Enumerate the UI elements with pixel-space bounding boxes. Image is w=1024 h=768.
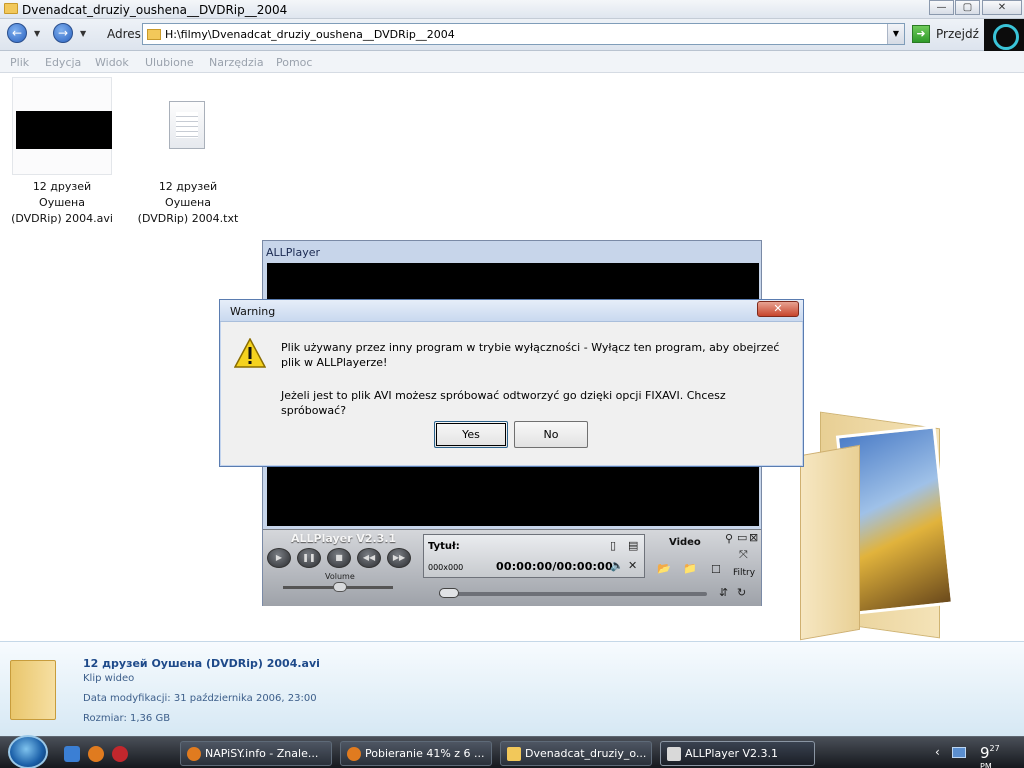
start-button[interactable]: [8, 735, 48, 768]
volume-label: Volume: [325, 572, 355, 581]
details-pane: 12 друзей Оушена (DVDRip) 2004.avi Klip …: [0, 641, 1024, 736]
menu-plik[interactable]: Plik: [10, 56, 29, 69]
text-document-icon: [169, 101, 205, 149]
folder-icon: [4, 3, 18, 14]
firefox-icon[interactable]: [88, 746, 104, 762]
address-label: Adres: [107, 27, 141, 41]
menu-edycja[interactable]: Edycja: [45, 56, 81, 69]
menu-bar: Plik Edycja Widok Ulubione Narzędzia Pom…: [0, 51, 1024, 73]
window-title: Dvenadcat_druziy_oushena__DVDRip__2004: [22, 3, 288, 17]
task-napisy[interactable]: NAPiSY.info - Znale...: [180, 741, 332, 766]
open-folder-icon[interactable]: 📁: [683, 562, 697, 575]
player-controls: ALLPlayer V2.3.1 ▶ ❚❚ ■ ◀◀ ▶▶ Volume Tyt…: [263, 529, 761, 606]
details-file-size: Rozmiar: 1,36 GB: [83, 713, 171, 724]
shuffle-icon[interactable]: ⇵: [719, 586, 728, 599]
forward-dropdown-icon[interactable]: ▼: [80, 29, 86, 38]
details-file-name: 12 друзей Оушена (DVDRip) 2004.avi: [83, 657, 320, 670]
dialog-title-bar: Warning ✕: [220, 300, 803, 322]
pin-icon[interactable]: ⚲: [725, 532, 733, 545]
go-button[interactable]: Przejdź: [936, 27, 979, 41]
warning-icon: [234, 338, 266, 368]
firefox-icon: [187, 747, 201, 761]
windows-logo-icon: [984, 19, 1024, 51]
pause-button[interactable]: ❚❚: [297, 548, 321, 568]
forward-button[interactable]: →: [53, 23, 73, 43]
show-desktop-icon[interactable]: [64, 746, 80, 762]
menu-narzedzia[interactable]: Narzędzia: [209, 56, 264, 69]
address-input[interactable]: H:\filmy\Dvenadcat_druziy_oushena__DVDRi…: [142, 23, 905, 45]
dialog-message: Plik używany przez inny program w trybie…: [281, 341, 780, 369]
warning-dialog: Warning ✕ Plik używany przez inny progra…: [219, 299, 804, 467]
minimize-button[interactable]: —: [929, 0, 954, 15]
settings-tools-icon[interactable]: ✕: [628, 559, 637, 572]
playlist-icon[interactable]: ▤: [628, 539, 638, 552]
dialog-title: Warning: [230, 305, 276, 318]
file-item-txt[interactable]: 12 друзей Оушена (DVDRip) 2004.txt: [136, 77, 240, 227]
folder-icon: [147, 29, 161, 40]
folder-watermark-icon: [800, 410, 955, 641]
file-item-avi[interactable]: 12 друзей Оушена (DVDRip) 2004.avi: [10, 77, 114, 227]
allplayer-icon: [667, 747, 681, 761]
text-file-thumbnail[interactable]: [138, 77, 238, 175]
info-panel: Tytuł: 000x000 00:00:00/00:00:00 ▯ ▤ 🔈 ✕: [423, 534, 645, 578]
maximize-button[interactable]: ▢: [955, 0, 980, 15]
forward-button[interactable]: ▶▶: [387, 548, 411, 568]
file-label: 12 друзей Оушена (DVDRip) 2004.txt: [137, 180, 239, 225]
title-label: Tytuł:: [428, 541, 460, 552]
task-explorer-folder[interactable]: Dvenadcat_druziy_o...: [500, 741, 652, 766]
no-button[interactable]: No: [514, 421, 588, 448]
go-arrow-icon[interactable]: ➜: [912, 25, 930, 43]
yes-button[interactable]: Yes: [434, 421, 508, 448]
folder-icon: [10, 660, 56, 720]
stop-button[interactable]: ■: [327, 548, 351, 568]
menu-pomoc[interactable]: Pomoc: [276, 56, 312, 69]
firefox-icon: [347, 747, 361, 761]
window-title-bar: Dvenadcat_druziy_oushena__DVDRip__2004 —…: [0, 0, 1024, 19]
open-file-icon[interactable]: 📂: [657, 562, 671, 575]
details-file-type: Klip wideo: [83, 673, 135, 684]
player-window-title: ALLPlayer: [266, 246, 321, 259]
expand-icon[interactable]: ⤧: [739, 548, 748, 562]
minimize-icon[interactable]: ▭: [737, 531, 747, 544]
address-dropdown-icon[interactable]: ▼: [887, 24, 904, 44]
folder-icon: [507, 747, 521, 761]
time-display: 00:00:00/00:00:00: [496, 560, 613, 573]
rewind-button[interactable]: ◀◀: [357, 548, 381, 568]
close-button[interactable]: ✕: [982, 0, 1022, 15]
address-toolbar: ← ▼ → ▼ Adres H:\filmy\Dvenadcat_druziy_…: [0, 19, 1024, 51]
dialog-question: Jeżeli jest to plik AVI możesz spróbować…: [281, 389, 726, 417]
checkbox-icon[interactable]: ☐: [711, 563, 721, 576]
clock[interactable]: 927 PM: [980, 744, 1000, 768]
taskbar: NAPiSY.info - Znale... Pobieranie 41% z …: [0, 735, 1024, 768]
filters-label[interactable]: Filtry: [733, 568, 755, 578]
menu-ulubione[interactable]: Ulubione: [145, 56, 194, 69]
app-quicklaunch-icon[interactable]: [112, 746, 128, 762]
video-preview: [16, 111, 112, 149]
play-button[interactable]: ▶: [267, 548, 291, 568]
repeat-icon[interactable]: ↻: [737, 586, 746, 599]
player-name: ALLPlayer V2.3.1: [291, 532, 397, 545]
back-dropdown-icon[interactable]: ▼: [34, 29, 40, 38]
tray-expand-icon[interactable]: ‹: [935, 745, 940, 759]
task-pobieranie[interactable]: Pobieranie 41% z 6 ...: [340, 741, 492, 766]
back-button[interactable]: ←: [7, 23, 27, 43]
dialog-close-button[interactable]: ✕: [757, 301, 799, 317]
seek-handle[interactable]: [439, 588, 459, 598]
address-path[interactable]: H:\filmy\Dvenadcat_druziy_oushena__DVDRi…: [165, 28, 455, 41]
volume-slider-handle[interactable]: [333, 582, 347, 592]
video-label: Video: [669, 537, 701, 548]
details-modified-date: Data modyfikacji: 31 października 2006, …: [83, 693, 317, 704]
fullscreen-icon[interactable]: ▯: [610, 539, 616, 552]
video-thumbnail[interactable]: [12, 77, 112, 175]
resolution-value: 000x000: [428, 563, 464, 572]
task-allplayer[interactable]: ALLPlayer V2.3.1: [660, 741, 815, 766]
file-label: 12 друзей Оушена (DVDRip) 2004.avi: [11, 180, 113, 225]
close-icon[interactable]: ⊠: [749, 531, 758, 544]
menu-widok[interactable]: Widok: [95, 56, 129, 69]
seek-bar[interactable]: [439, 592, 707, 596]
network-icon[interactable]: [952, 747, 966, 758]
speaker-icon[interactable]: 🔈: [610, 559, 624, 572]
